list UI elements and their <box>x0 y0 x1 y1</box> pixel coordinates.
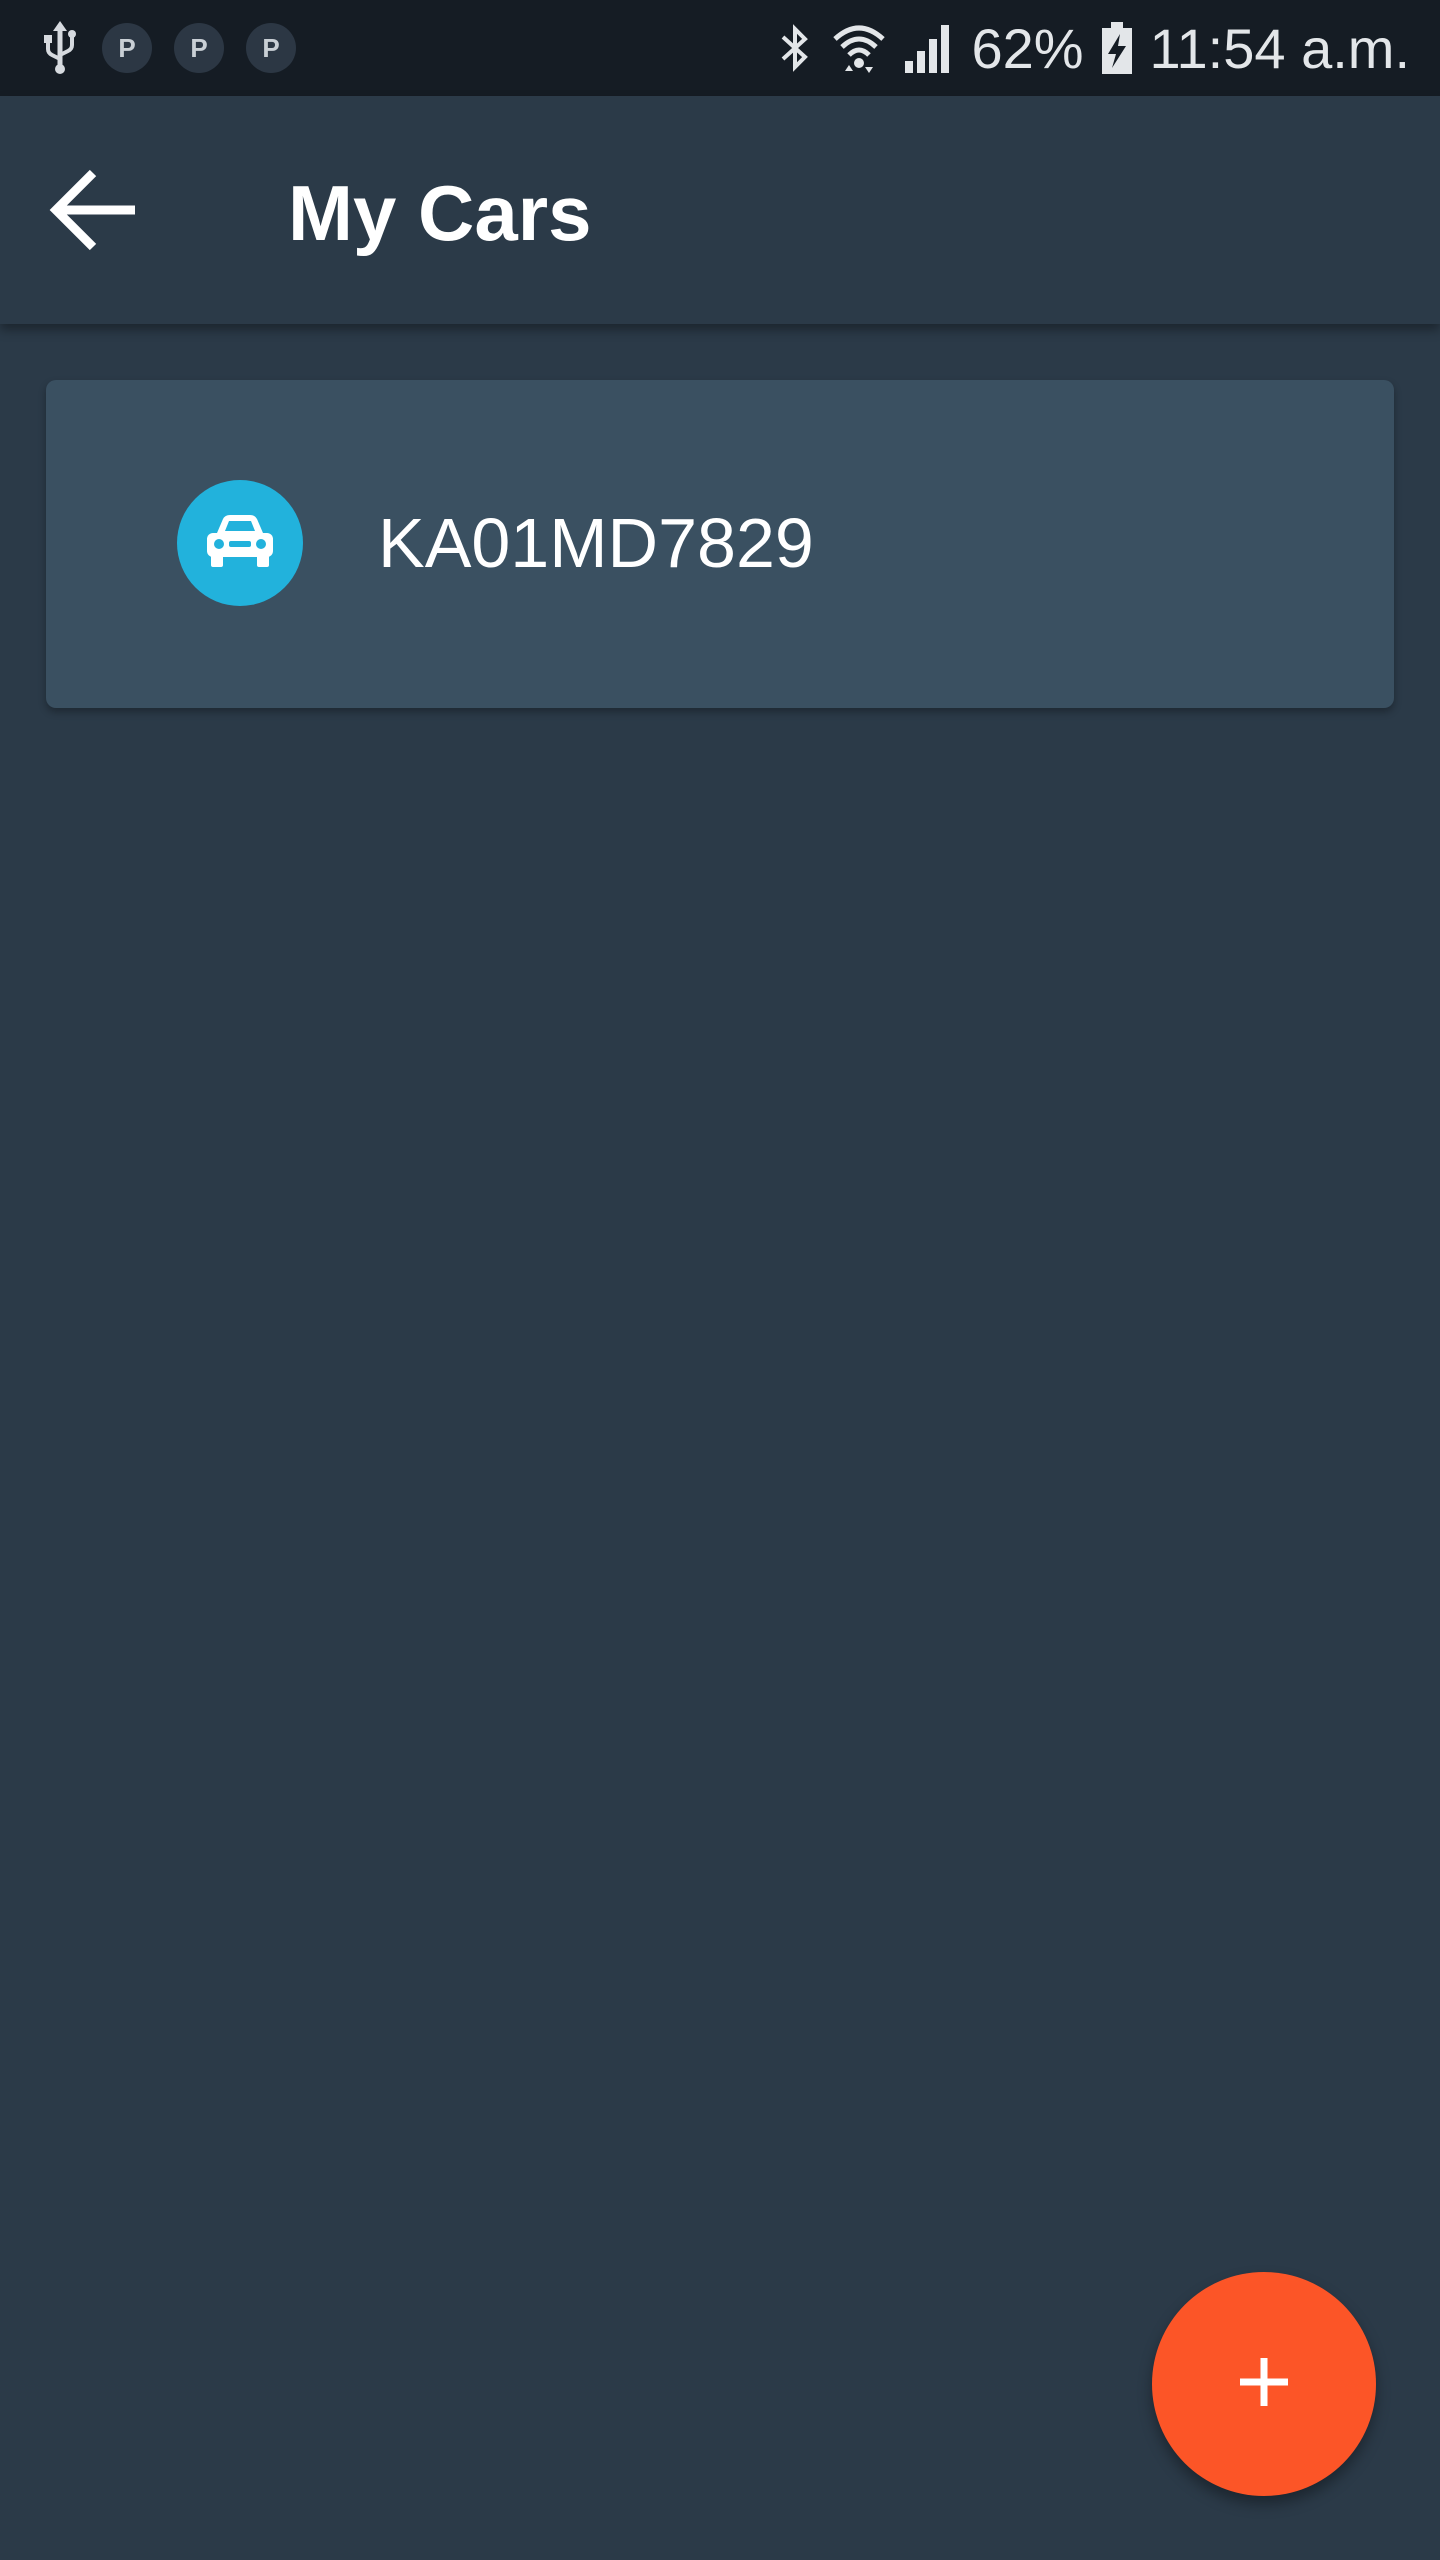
wifi-icon <box>831 21 887 75</box>
battery-percentage: 62% <box>971 16 1084 80</box>
parking-icon: P <box>102 23 152 73</box>
arrow-back-icon <box>47 165 143 260</box>
add-car-button[interactable] <box>1152 2272 1376 2496</box>
parking-icon: P <box>246 23 296 73</box>
cell-signal-icon <box>903 21 955 75</box>
system-status: 62% 11:54 a.m. <box>775 0 1410 96</box>
bluetooth-icon <box>775 21 815 75</box>
page-title: My Cars <box>288 169 592 257</box>
usb-icon <box>40 21 80 75</box>
notification-icons: P P P <box>40 0 296 96</box>
battery-charging-icon <box>1100 20 1134 76</box>
plus-icon <box>1234 2352 1294 2417</box>
clock: 11:54 a.m. <box>1149 16 1410 80</box>
back-button[interactable] <box>40 162 150 262</box>
car-icon <box>203 511 277 576</box>
car-avatar <box>177 480 303 606</box>
car-list-item[interactable]: KA01MD7829 <box>46 380 1394 708</box>
status-bar: P P P 62% 11:54 a.m. <box>0 0 1440 96</box>
app-bar: My Cars <box>0 96 1440 324</box>
car-plate-number: KA01MD7829 <box>378 504 814 582</box>
parking-icon: P <box>174 23 224 73</box>
